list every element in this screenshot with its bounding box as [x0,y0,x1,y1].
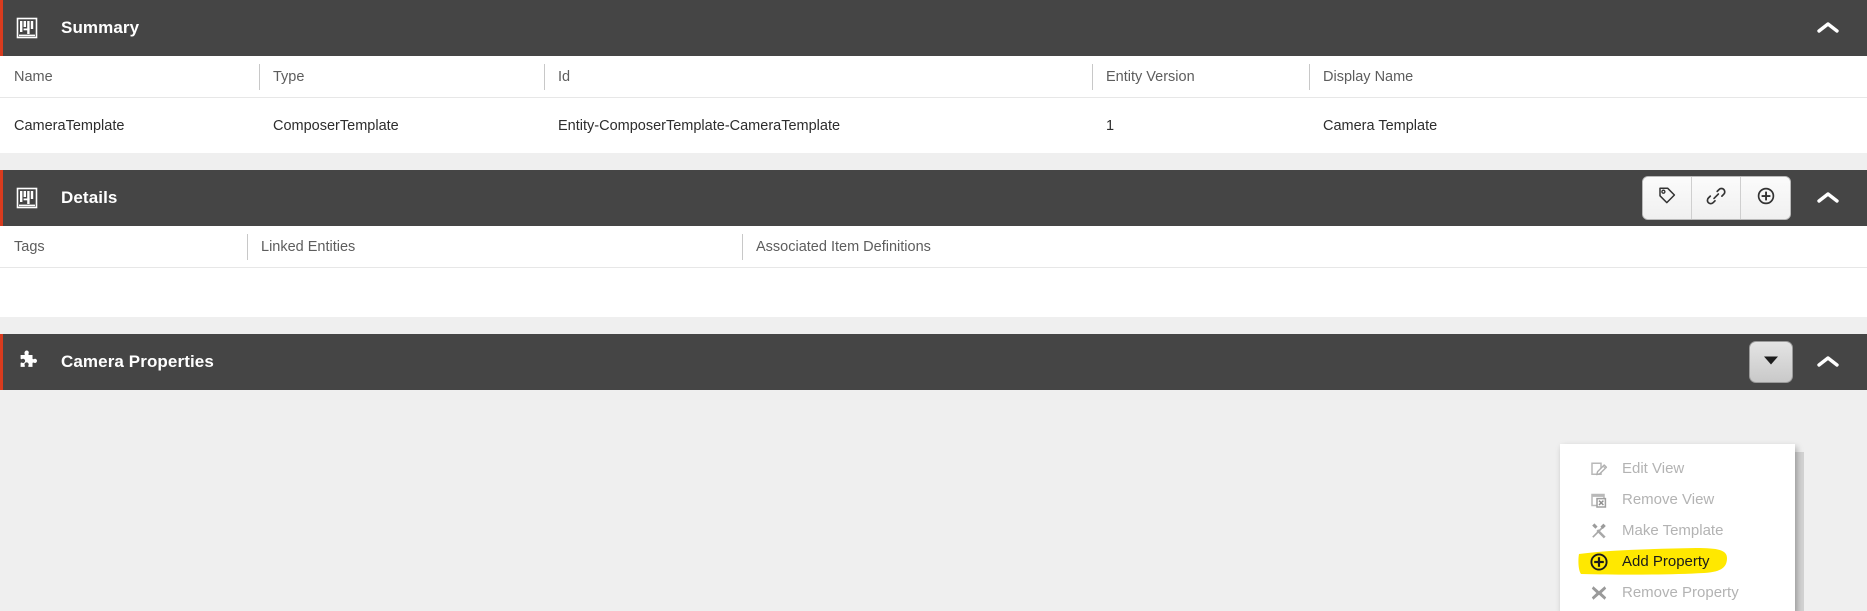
summary-col-display-name: Display Name [1309,56,1867,97]
menu-item-label: Remove Property [1622,584,1739,601]
details-table-header-row: Tags Linked Entities Associated Item Def… [0,226,1867,267]
menu-item-edit-view[interactable]: Edit View [1560,453,1795,484]
menu-item-label: Edit View [1622,460,1685,477]
details-collapse-button[interactable] [1805,170,1851,226]
table-grid-icon [14,185,40,211]
link-icon [1706,186,1726,211]
panel-gap [0,153,1867,170]
camera-properties-panel-header[interactable]: Camera Properties [0,334,1867,390]
menu-item-label: Remove View [1622,491,1715,508]
details-cell-linked-entities [247,268,742,317]
summary-cell-type: ComposerTemplate [273,117,399,134]
table-row[interactable] [0,267,1867,317]
camera-properties-header-actions [1749,334,1867,390]
summary-col-type: Type [259,56,544,97]
plus-circle-icon [1756,186,1776,211]
details-col-linked-entities: Linked Entities [247,226,742,267]
remove-view-icon [1588,489,1609,510]
menu-item-remove-view[interactable]: Remove View [1560,484,1795,515]
dropdown-menu-shadow [1795,452,1804,611]
plus-circle-icon [1588,551,1609,572]
menu-item-add-property-wrapper: Add Property [1560,546,1795,577]
menu-item-label: Add Property [1622,553,1710,570]
camera-properties-menu-button[interactable] [1749,341,1793,383]
puzzle-piece-icon [14,349,40,375]
details-panel-title: Details [61,188,118,207]
summary-col-entity-version: Entity Version [1092,56,1309,97]
menu-item-label: Make Template [1622,522,1724,539]
edit-view-icon [1588,458,1609,479]
summary-cell-display-name: Camera Template [1323,117,1438,134]
summary-cell-name: CameraTemplate [14,117,125,134]
details-panel-header[interactable]: Details [0,170,1867,226]
summary-panel-header[interactable]: Summary [0,0,1867,56]
details-action-button-group [1642,176,1791,220]
summary-table: Name Type Id Entity Version Display Name… [0,56,1867,153]
table-row[interactable]: CameraTemplate ComposerTemplate Entity-C… [0,97,1867,153]
remove-property-icon [1588,582,1609,603]
camera-properties-collapse-button[interactable] [1805,334,1851,390]
summary-col-name: Name [14,68,53,85]
details-col-associated-item-definitions: Associated Item Definitions [742,226,1867,267]
summary-table-header-row: Name Type Id Entity Version Display Name [0,56,1867,97]
summary-header-actions [1805,0,1867,56]
panel-gap [0,317,1867,334]
add-item-definition-button[interactable] [1741,177,1790,219]
tag-icon [1657,186,1677,211]
summary-cell-entity-version: 1 [1106,117,1115,134]
summary-col-id: Id [544,56,1092,97]
details-header-actions [1642,170,1867,226]
summary-cell-id: Entity-ComposerTemplate-CameraTemplate [558,117,841,134]
camera-properties-dropdown-menu: Edit View Remove View Make Template Add … [1560,444,1795,611]
details-table: Tags Linked Entities Associated Item Def… [0,226,1867,317]
table-grid-icon [14,15,40,41]
details-col-tags: Tags [14,238,45,255]
details-cell-associated-item-definitions [742,268,1867,317]
make-template-icon [1588,520,1609,541]
details-panel: Details Tags Linked Entities Associated … [0,170,1867,317]
add-tag-button[interactable] [1643,177,1692,219]
details-cell-tags [0,268,247,317]
application-root: Summary Name Type Id Entity Version Disp… [0,0,1867,611]
summary-panel-title: Summary [61,18,140,37]
summary-collapse-button[interactable] [1805,0,1851,56]
menu-item-remove-property[interactable]: Remove Property [1560,577,1795,608]
caret-down-icon [1762,353,1780,371]
camera-properties-panel-title: Camera Properties [61,352,214,371]
menu-item-make-template[interactable]: Make Template [1560,515,1795,546]
summary-panel: Summary Name Type Id Entity Version Disp… [0,0,1867,153]
link-entity-button[interactable] [1692,177,1741,219]
